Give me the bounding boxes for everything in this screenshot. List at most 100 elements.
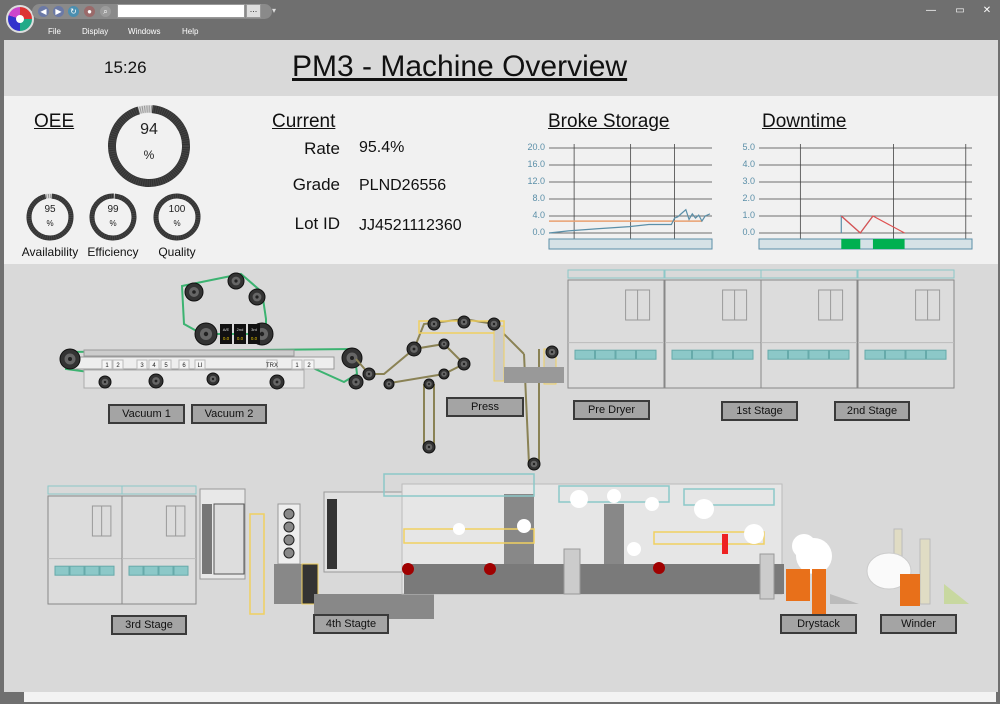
vacuum-box-label: TRX bbox=[266, 363, 278, 369]
page-title: PM3 - Machine Overview bbox=[292, 50, 628, 83]
stage3-exit-panel bbox=[213, 503, 245, 575]
stairs-4 bbox=[759, 553, 775, 600]
roll-center bbox=[154, 379, 158, 383]
vacuum-2-button[interactable]: Vacuum 2 bbox=[191, 404, 267, 424]
dryer-hood-bottom-1-vent bbox=[158, 565, 174, 576]
drystack-button[interactable]: Drystack bbox=[780, 614, 857, 634]
forming-section[interactable]: 1 2 3 4 5 6 LI TRX 1 2 A/E0.02nd0.03rd0.0 bbox=[59, 272, 364, 390]
dryer-hoods-bottom[interactable] bbox=[47, 485, 197, 605]
roll-center bbox=[103, 380, 107, 384]
kpi-panel: OEE 94 % 95 % 99 % 100 % Availability Ef… bbox=[4, 96, 998, 264]
maximize-button[interactable]: ▭ bbox=[953, 5, 967, 17]
stack-roll bbox=[283, 521, 295, 533]
roll-center bbox=[443, 343, 445, 345]
status-band bbox=[872, 239, 905, 249]
overflow-menu-icon[interactable]: ▾ bbox=[272, 6, 276, 15]
back-icon[interactable]: ◀ bbox=[38, 6, 49, 17]
indicator-value: 0.0 bbox=[237, 336, 244, 341]
stop-icon[interactable]: ● bbox=[84, 6, 95, 17]
winder-post bbox=[919, 538, 931, 605]
dryer-hoods-top[interactable] bbox=[567, 269, 955, 389]
roll-center bbox=[432, 322, 436, 326]
forward-icon[interactable]: ▶ bbox=[53, 6, 64, 17]
stack-roll bbox=[283, 534, 295, 546]
stage4-section[interactable] bbox=[199, 473, 784, 619]
dryer-roll bbox=[627, 542, 641, 556]
vacuum-1-button[interactable]: Vacuum 1 bbox=[108, 404, 185, 424]
stage-2-button[interactable]: 2nd Stage bbox=[834, 401, 910, 421]
roll-center bbox=[428, 383, 430, 385]
indicator-label: A/E bbox=[223, 327, 230, 332]
press-section[interactable] bbox=[355, 315, 564, 471]
minimize-button[interactable]: — bbox=[924, 5, 938, 17]
stage-3-button[interactable]: 3rd Stage bbox=[111, 615, 187, 635]
dryer-hood-bottom-1-vent bbox=[143, 565, 159, 576]
dryer-roll bbox=[453, 523, 465, 535]
dryer-hood-bottom-0-vent bbox=[54, 565, 70, 576]
dryer-hood-top-1-vent bbox=[712, 349, 733, 360]
calender-base bbox=[404, 564, 784, 594]
dryer-roll bbox=[694, 499, 714, 519]
menu-windows[interactable]: Windows bbox=[128, 27, 160, 36]
pre-dryer-button[interactable]: Pre Dryer bbox=[573, 400, 650, 420]
time-navigator bbox=[758, 238, 973, 250]
dryer-roll bbox=[517, 519, 531, 533]
dryer-roll bbox=[570, 490, 588, 508]
dryer-hood-top-0-vent bbox=[595, 349, 616, 360]
refresh-icon[interactable]: ↻ bbox=[68, 6, 79, 17]
roll-center bbox=[412, 347, 416, 351]
press-stairs-1 bbox=[493, 325, 505, 382]
roll-center bbox=[211, 377, 215, 381]
red-marker bbox=[722, 534, 728, 554]
search-icon[interactable]: ⌕ bbox=[100, 6, 111, 17]
ladder-1 bbox=[249, 513, 265, 615]
dryer-hood-top-0-vent bbox=[574, 349, 595, 360]
dryer-roll bbox=[645, 497, 659, 511]
drystack-roll bbox=[796, 538, 832, 574]
dryer-hood-bottom-0-rail bbox=[47, 485, 123, 495]
dryer-hood-top-2-vent bbox=[767, 349, 788, 360]
trend-charts bbox=[548, 144, 973, 250]
horizontal-scrollbar[interactable] bbox=[24, 692, 996, 702]
dryer-hood-top-1-vent bbox=[671, 349, 692, 360]
roll-center bbox=[532, 462, 536, 466]
dryer-hood-top-1-vent bbox=[733, 349, 754, 360]
series-line-down bbox=[840, 215, 905, 234]
clock: 15:26 bbox=[104, 58, 147, 77]
dryer-hood-bottom-0-vent bbox=[99, 565, 115, 576]
red-roll bbox=[402, 563, 414, 575]
roll-center bbox=[259, 331, 265, 337]
press-base bbox=[504, 367, 564, 383]
roll-center bbox=[550, 350, 554, 354]
winder-button[interactable]: Winder bbox=[880, 614, 957, 634]
indicator-value: 0.0 bbox=[223, 336, 230, 341]
winder-ramp bbox=[944, 584, 969, 604]
roll-center bbox=[255, 295, 259, 299]
stage-1-button[interactable]: 1st Stage bbox=[721, 401, 798, 421]
menu-display[interactable]: Display bbox=[82, 27, 108, 36]
press-button[interactable]: Press bbox=[446, 397, 524, 417]
app-logo-icon[interactable] bbox=[6, 5, 34, 33]
roll-center bbox=[203, 331, 209, 337]
dryer-hood-top-1-vent bbox=[692, 349, 713, 360]
roll-center bbox=[354, 380, 358, 384]
address-browse-button[interactable]: ... bbox=[246, 4, 261, 18]
press-felt-4 bbox=[523, 349, 540, 465]
indicator-label: 3rd bbox=[251, 327, 257, 332]
dryer-hood-top-3-rail bbox=[857, 269, 955, 279]
dryer-hood-top-0-rail bbox=[567, 269, 665, 279]
roll-center bbox=[443, 373, 445, 375]
dryer-hood-top-0-vent bbox=[636, 349, 657, 360]
dryer-hood-top-3-vent bbox=[905, 349, 926, 360]
winder-unit[interactable] bbox=[866, 528, 969, 606]
stage4-door bbox=[327, 499, 337, 569]
dryer-hood-top-2-rail bbox=[760, 269, 858, 279]
page-header: 15:26 PM3 - Machine Overview bbox=[4, 40, 998, 96]
menu-file[interactable]: File bbox=[48, 27, 61, 36]
stage-4-button[interactable]: 4th Stagte bbox=[313, 614, 389, 634]
menu-help[interactable]: Help bbox=[182, 27, 198, 36]
address-input[interactable] bbox=[117, 4, 245, 18]
drystack-unit[interactable] bbox=[786, 534, 859, 619]
roll-center bbox=[367, 372, 371, 376]
close-button[interactable]: ✕ bbox=[980, 5, 994, 17]
